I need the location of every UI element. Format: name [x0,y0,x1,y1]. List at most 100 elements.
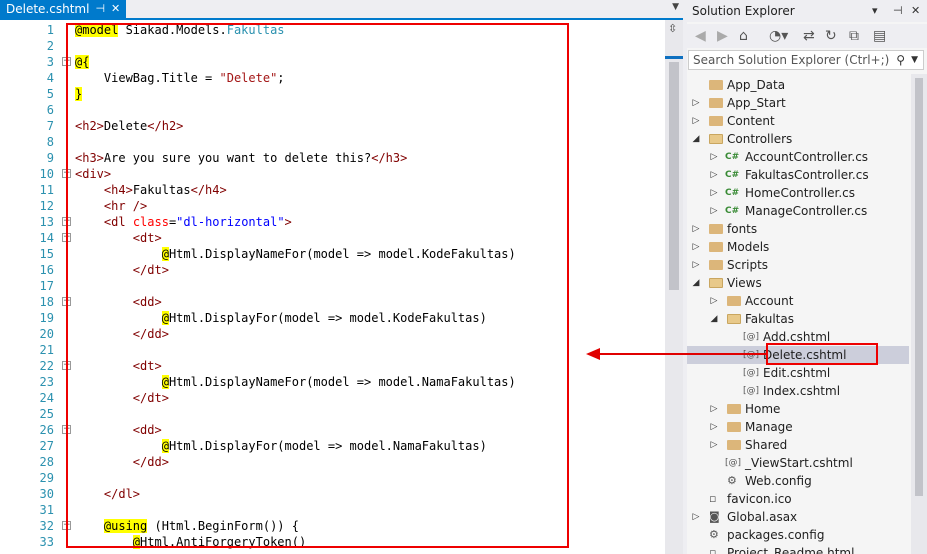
expand-arrow-icon[interactable]: ▷ [691,238,701,256]
tab-label: Delete.cshtml [6,2,90,16]
csharp-file-icon: C# [725,206,740,216]
home-icon[interactable]: ⌂ [739,28,748,44]
properties-icon[interactable]: ▤ [873,28,886,44]
solution-explorer-search[interactable]: Search Solution Explorer (Ctrl+;) ⚲ ▼ [688,50,924,70]
tree-item[interactable]: ▷ Account [687,292,909,310]
tree-item[interactable]: ▷ Scripts [687,256,909,274]
tree-item[interactable]: ◢ Views [687,274,909,292]
expand-arrow-icon[interactable]: ▷ [691,94,701,112]
search-options-icon[interactable]: ▼ [911,51,918,69]
tree-item[interactable]: ⚙ packages.config [687,526,909,544]
tree-item-label: App_Data [727,78,786,92]
razor-file-icon: [@] [743,332,760,342]
tab-dropdown-icon[interactable]: ▼ [672,2,679,12]
folder-icon [727,422,741,432]
expand-arrow-icon[interactable]: ▷ [709,184,719,202]
expand-arrow-icon[interactable]: ▷ [709,202,719,220]
expand-arrow-icon[interactable]: ▷ [691,112,701,130]
solution-explorer-scrollbar[interactable] [911,74,927,554]
tree-item[interactable]: ▷ C# HomeController.cs [687,184,909,202]
sync-icon[interactable]: ⇄ [803,28,815,44]
code-editor[interactable]: Delete.cshtml ⊣ ✕ ▼ 1 2 3 4 5 6 7 8 9 10 11 12 13 14 1… [0,0,683,554]
line-number: 25 [39,407,54,421]
line-number: 11 [39,183,54,197]
tree-item[interactable]: ▫ Project_Readme.html [687,544,909,554]
expand-arrow-icon[interactable]: ▷ [709,292,719,310]
tree-item[interactable]: ▷ C# FakultasController.cs [687,166,909,184]
tree-item-label: Content [727,114,775,128]
auto-hide-pin-icon[interactable]: ⊣ [893,0,903,22]
tree-item[interactable]: ▷ C# ManageController.cs [687,202,909,220]
line-number: 3 [46,55,54,69]
tree-item-label: Fakultas [745,312,794,326]
collapse-all-icon[interactable]: ⧉ [849,28,859,44]
tree-item[interactable]: ▷ Shared [687,436,909,454]
asax-file-icon: ◙ [709,510,720,523]
tree-item[interactable]: [@] _ViewStart.cshtml [687,454,909,472]
expand-arrow-icon[interactable]: ▷ [709,418,719,436]
line-number: 28 [39,455,54,469]
expand-arrow-icon[interactable]: ▷ [709,436,719,454]
expand-arrow-icon[interactable]: ▷ [709,400,719,418]
line-number: 16 [39,263,54,277]
tree-item[interactable]: ▷ Home [687,400,909,418]
line-number: 24 [39,391,54,405]
tree-item[interactable]: ▷ fonts [687,220,909,238]
line-number: 7 [46,119,54,133]
folder-icon [709,242,723,252]
tree-item-label: Models [727,240,770,254]
panel-title: Solution Explorer [692,4,795,18]
collapse-arrow-icon[interactable]: ◢ [691,274,701,292]
tree-item[interactable]: ▫ favicon.ico [687,490,909,508]
refresh-icon[interactable]: ↻ [825,28,837,44]
tree-item-label: Project_Readme.html [727,546,855,554]
search-icon[interactable]: ⚲ [896,51,905,69]
tree-item[interactable]: ◢ Fakultas [687,310,909,328]
solution-scroll-thumb[interactable] [915,78,923,496]
line-number: 1 [46,23,54,37]
line-number: 17 [39,279,54,293]
tree-item-label: Account [745,294,794,308]
solution-tree[interactable]: App_Data ▷ App_Start ▷ Content ◢ Controllers ▷ C… [687,74,909,554]
tree-item-label: _ViewStart.cshtml [745,456,853,470]
expand-arrow-icon[interactable]: ▷ [709,148,719,166]
tree-item[interactable]: ▷ ◙ Global.asax [687,508,909,526]
folder-icon [709,116,723,126]
tree-item-label: Views [727,276,762,290]
line-number: 21 [39,343,54,357]
tree-item[interactable]: ⚙ Web.config [687,472,909,490]
collapse-arrow-icon[interactable]: ◢ [709,310,719,328]
expand-arrow-icon[interactable]: ▷ [709,166,719,184]
editor-scrollbar[interactable]: ⇳ [665,20,683,554]
tree-item[interactable]: ▷ Content [687,112,909,130]
tree-item[interactable]: [@] Index.cshtml [687,382,909,400]
tree-item[interactable]: ▷ C# AccountController.cs [687,148,909,166]
back-icon[interactable]: ◀ [695,28,706,44]
tab-delete-cshtml[interactable]: Delete.cshtml ⊣ ✕ [0,0,127,18]
pin-icon[interactable]: ⊣ [95,0,105,18]
tree-item[interactable]: ▷ Manage [687,418,909,436]
tree-item[interactable]: ◢ Controllers [687,130,909,148]
panel-menu-icon[interactable]: ▾ [872,0,878,22]
forward-icon[interactable]: ▶ [717,28,728,44]
split-window-icon[interactable]: ⇳ [668,22,677,35]
tree-item[interactable]: App_Data [687,76,909,94]
editor-scroll-thumb[interactable] [669,62,679,290]
close-tab-icon[interactable]: ✕ [111,0,120,18]
close-panel-icon[interactable]: ✕ [911,0,920,22]
tree-item[interactable]: ▷ Models [687,238,909,256]
open-folder-icon [727,314,741,324]
history-icon[interactable]: ◔▾ [769,28,788,44]
folder-icon [727,404,741,414]
file-icon: ▫ [709,546,717,554]
tree-item[interactable]: ▷ App_Start [687,94,909,112]
tree-item-label: ManageController.cs [745,204,868,218]
collapse-arrow-icon[interactable]: ◢ [691,130,701,148]
line-number: 27 [39,439,54,453]
expand-arrow-icon[interactable]: ▷ [691,220,701,238]
expand-arrow-icon[interactable]: ▷ [691,256,701,274]
expand-arrow-icon[interactable]: ▷ [691,508,701,526]
line-number: 30 [39,487,54,501]
folder-icon [727,440,741,450]
tree-item[interactable]: [@] Edit.cshtml [687,364,909,382]
